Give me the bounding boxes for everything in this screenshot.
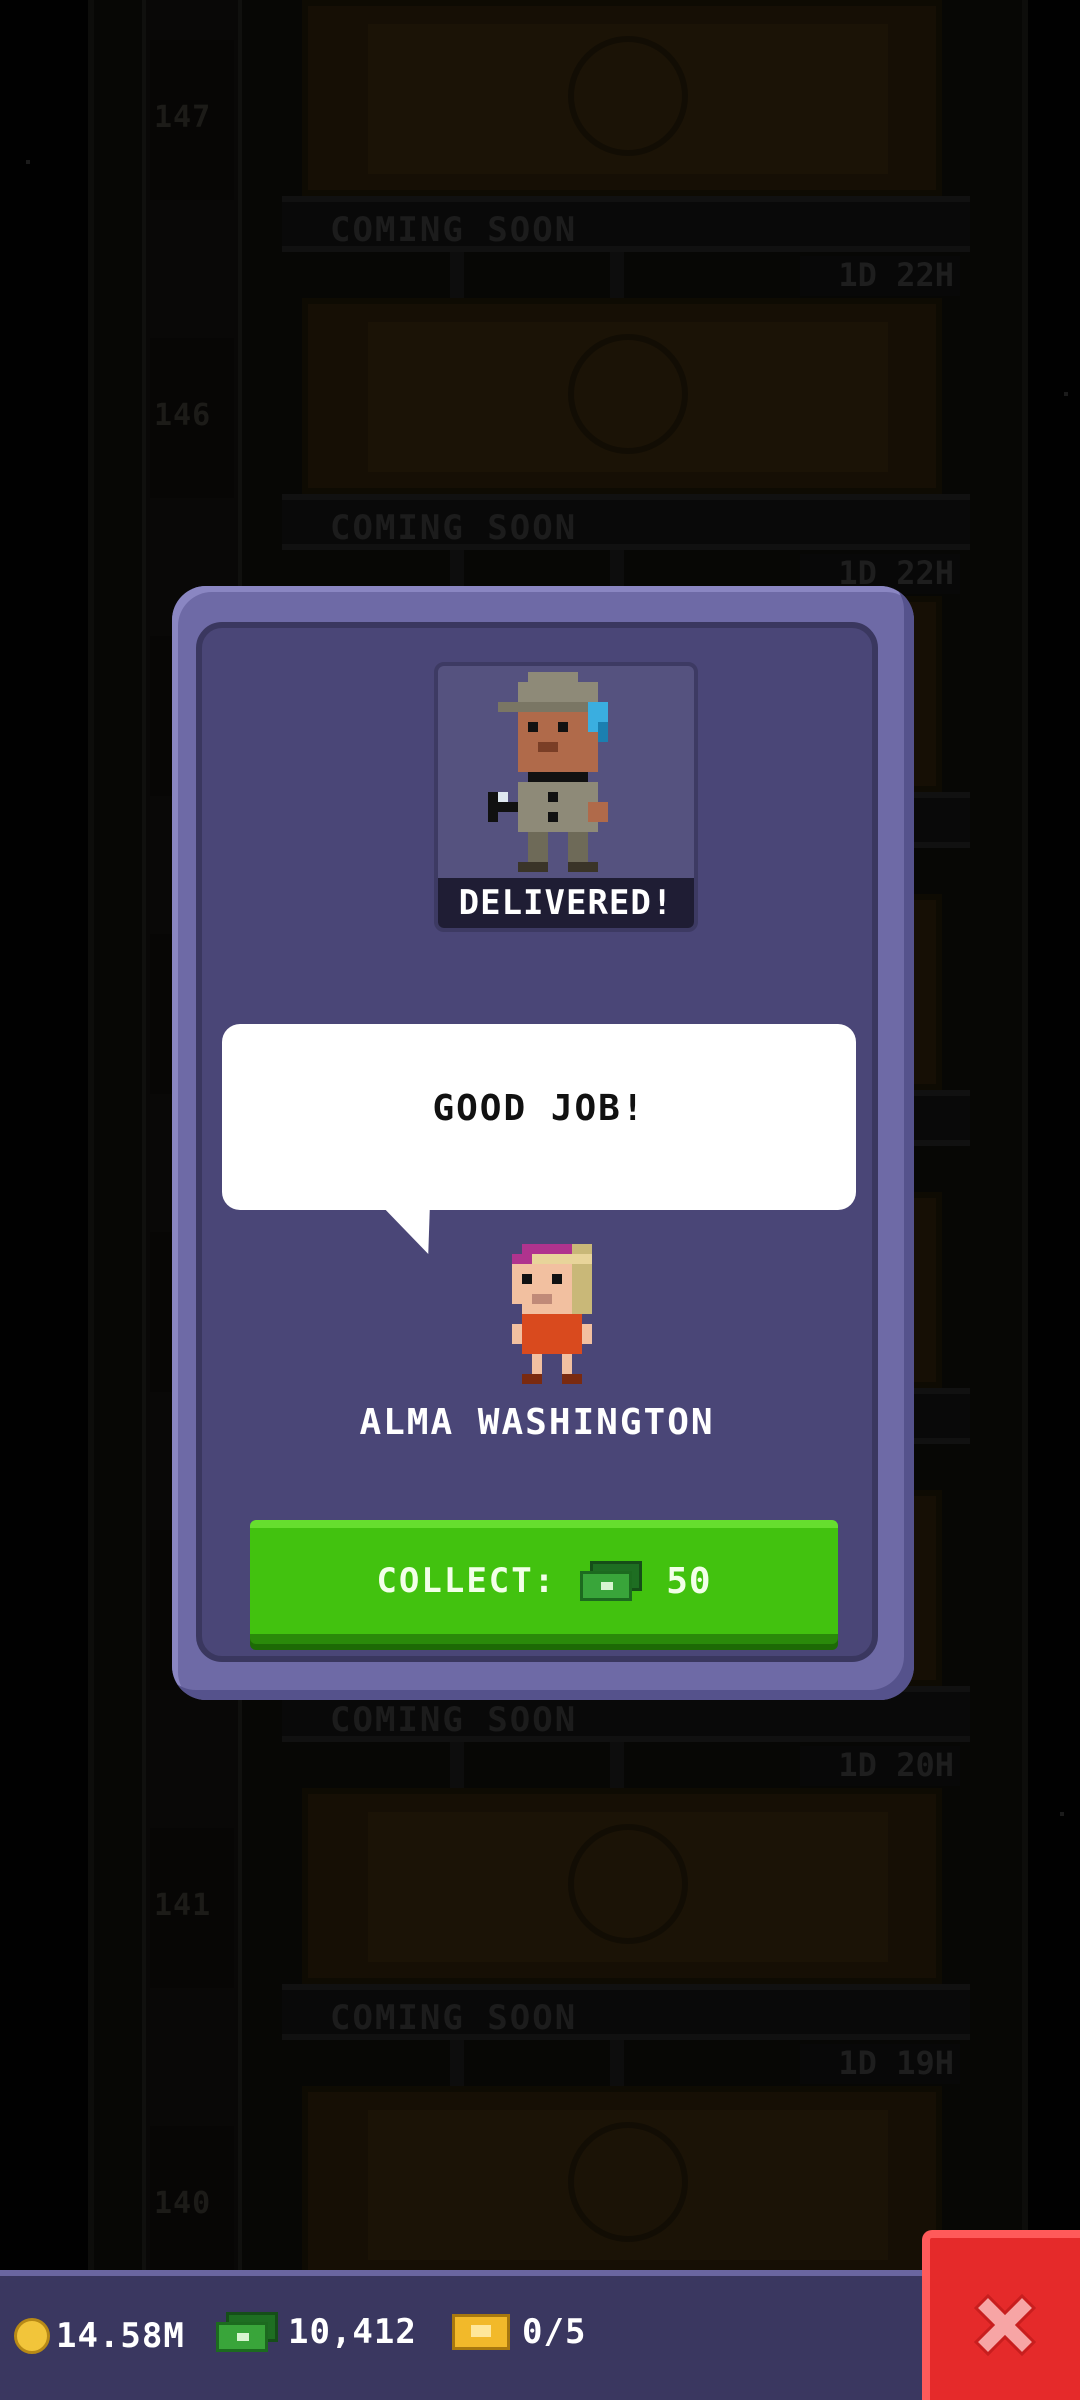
close-button[interactable] [922,2230,1080,2400]
delivery-dialog: DELIVERED! GOOD JOB! ALMA WASHINGTON COL… [172,586,914,1700]
tickets-counter[interactable]: 0/5 [452,2312,586,2352]
coin-icon [14,2318,50,2354]
collect-reward-value: 50 [666,1560,712,1602]
collect-button[interactable]: COLLECT: 50 [250,1520,838,1644]
tickets-value: 0/5 [522,2312,587,2352]
visitor-sprite [488,672,608,872]
delivered-visitor-portrait: DELIVERED! [434,662,698,932]
speech-bubble-tail [385,1210,451,1254]
vip-ticket-icon [452,2314,510,2350]
dialog-panel: DELIVERED! GOOD JOB! ALMA WASHINGTON COL… [196,622,878,1662]
tower-bux-icon [580,1561,643,1601]
coins-counter[interactable]: 14.58M [14,2316,185,2356]
bux-value: 10,412 [288,2312,417,2352]
collect-label: COLLECT: [376,1561,557,1601]
resident-name: ALMA WASHINGTON [359,1402,715,1443]
coins-value: 14.58M [56,2316,185,2356]
delivered-badge: DELIVERED! [438,878,694,928]
bottom-hud: 14.58M 10,412 0/5 [0,2270,1080,2400]
speech-bubble: GOOD JOB! [222,1024,856,1210]
bux-counter[interactable]: 10,412 [216,2312,417,2352]
tower-bux-icon [216,2312,278,2352]
x-icon [973,2293,1037,2357]
speech-text: GOOD JOB! [432,1088,646,1129]
resident-sprite [512,1244,592,1384]
